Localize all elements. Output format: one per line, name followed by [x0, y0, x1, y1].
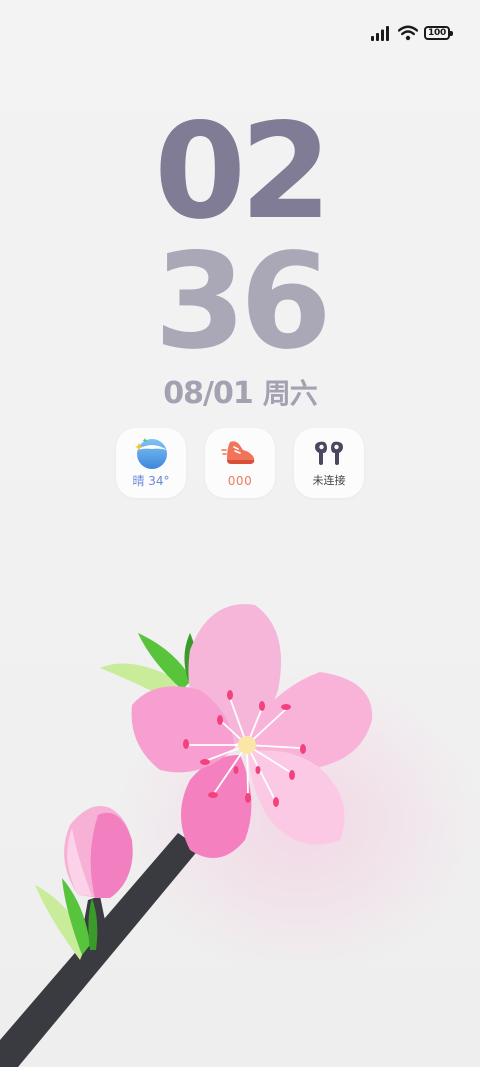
weather-moon-icon: [135, 438, 167, 469]
earbuds-status: 未连接: [312, 474, 346, 487]
date-text: 08/01: [163, 376, 253, 411]
steps-widget[interactable]: 000: [205, 428, 275, 498]
steps-count: 000: [227, 474, 253, 488]
peach-blossom-wallpaper: [0, 604, 373, 1067]
weather-widget[interactable]: 晴 34°: [116, 428, 186, 498]
battery-level: 100: [428, 27, 446, 38]
date-line: 08/01 周六: [0, 372, 480, 412]
battery-icon: 100: [424, 26, 453, 40]
clock-minute: 36: [154, 225, 332, 379]
weather-label: 晴 34°: [132, 474, 170, 488]
earbuds-icon: [315, 441, 343, 465]
weekday-text: 周六: [262, 377, 318, 410]
earbuds-widget[interactable]: 未连接: [294, 428, 364, 498]
running-shoe-icon: [221, 441, 255, 464]
clock-hour: 02: [154, 95, 332, 249]
widget-row: 晴 34° 000 未连接: [116, 428, 364, 498]
cellular-signal-icon: [371, 26, 389, 41]
status-bar: 100: [370, 22, 453, 44]
wifi-icon: [398, 25, 418, 41]
lock-screen[interactable]: 100 02 36 08/01 周六 晴 34° 000 未连接: [0, 0, 480, 1067]
